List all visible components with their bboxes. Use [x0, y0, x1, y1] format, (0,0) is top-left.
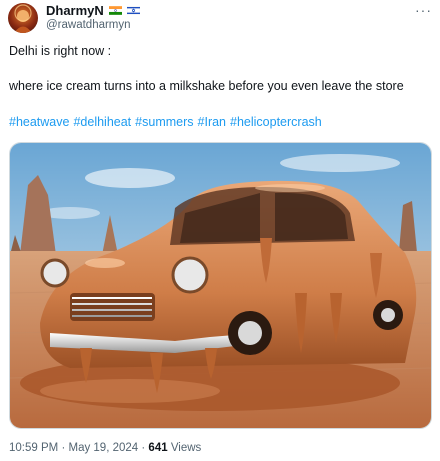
meta-separator: ·: [61, 442, 66, 454]
tweet-meta: 10:59 PM · May 19, 2024 · 641 Views: [9, 442, 201, 454]
hashtag-link[interactable]: #summers: [135, 115, 193, 129]
tweet-time[interactable]: 10:59 PM: [9, 442, 58, 454]
tweet-date[interactable]: May 19, 2024: [68, 442, 138, 454]
tweet-media-image[interactable]: [9, 142, 432, 429]
meta-separator: ·: [141, 442, 146, 454]
author-name-row: DharmyN: [46, 3, 140, 18]
israel-flag-icon: [126, 6, 140, 15]
display-name[interactable]: DharmyN: [46, 3, 104, 18]
avatar-image: [14, 4, 32, 33]
india-flag-icon: [108, 6, 122, 15]
views-label: Views: [170, 442, 202, 454]
avatar[interactable]: [8, 3, 38, 33]
tweet-text-line-2: where ice cream turns into a milkshake b…: [9, 79, 404, 93]
melting-ice-cream-car-image: [10, 143, 431, 428]
author-handle[interactable]: @rawatdharmyn: [46, 19, 131, 31]
hashtag-link[interactable]: #delhiheat: [73, 115, 131, 129]
hashtag-link[interactable]: #Iran: [198, 115, 227, 129]
views-count: 641: [148, 442, 168, 454]
hashtag-link[interactable]: #heatwave: [9, 115, 69, 129]
hashtag-list: #heatwave #delhiheat #summers #Iran #hel…: [9, 115, 322, 129]
hashtag-link[interactable]: #helicoptercrash: [230, 115, 322, 129]
tweet-text-line-1: Delhi is right now :: [9, 44, 112, 58]
more-horizontal-icon[interactable]: ···: [415, 2, 432, 18]
